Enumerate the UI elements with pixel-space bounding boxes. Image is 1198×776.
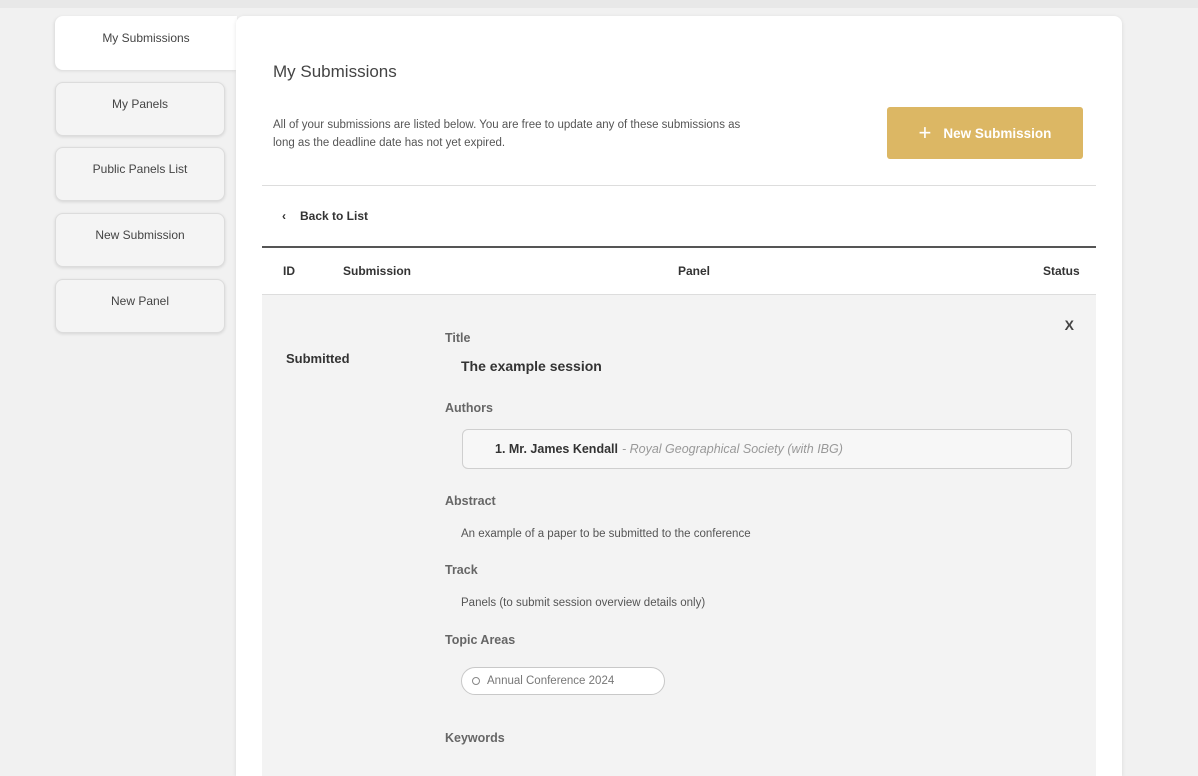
sidebar-item-label: My Submissions — [102, 31, 190, 45]
column-header-panel[interactable]: Panel — [678, 264, 710, 278]
sidebar-item-public-panels-list[interactable]: Public Panels List — [55, 147, 225, 201]
column-header-submission[interactable]: Submission — [343, 264, 411, 278]
sidebar-item-label: New Submission — [95, 228, 185, 242]
track-value: Panels (to submit session overview detai… — [461, 597, 706, 609]
sidebar-item-new-submission[interactable]: New Submission — [55, 213, 225, 267]
author-affiliation: - Royal Geographical Society (with IBG) — [621, 442, 843, 456]
top-strip — [0, 0, 1198, 8]
abstract-value: An example of a paper to be submitted to… — [461, 528, 751, 540]
author-name: 1. Mr. James Kendall — [495, 442, 618, 456]
main-card: My Submissions All of your submissions a… — [236, 16, 1122, 776]
abstract-label: Abstract — [445, 494, 496, 508]
title-label: Title — [445, 331, 471, 345]
divider — [262, 185, 1096, 186]
table-header-top-border — [262, 246, 1096, 248]
sidebar-item-label: New Panel — [110, 294, 170, 308]
plus-icon: + — [918, 120, 932, 145]
author-entry: 1. Mr. James Kendall - Royal Geographica… — [462, 429, 1072, 469]
topic-areas-label: Topic Areas — [445, 633, 516, 647]
track-label: Track — [445, 563, 478, 577]
intro-text: All of your submissions are listed below… — [273, 119, 741, 149]
title-value: The example session — [461, 358, 602, 374]
sidebar-item-label: My Panels — [111, 97, 169, 111]
keywords-label: Keywords — [445, 731, 505, 745]
submission-status: Submitted — [286, 351, 350, 366]
sidebar-item-new-panel[interactable]: New Panel — [55, 279, 225, 333]
new-submission-button-label: New Submission — [943, 125, 1052, 141]
topic-area-text: Annual Conference 2024 — [487, 675, 615, 687]
page-title: My Submissions — [273, 62, 397, 81]
sidebar-item-label: Public Panels List — [92, 162, 188, 176]
submission-detail-panel: X Submitted Title The example session Au… — [262, 295, 1096, 776]
authors-label: Authors — [445, 401, 493, 415]
back-to-list-link[interactable]: ‹ Back to List — [282, 209, 368, 223]
column-header-id[interactable]: ID — [283, 264, 295, 278]
sidebar-item-my-panels[interactable]: My Panels — [55, 82, 225, 136]
close-detail-button[interactable]: X — [1065, 317, 1074, 333]
circle-icon — [472, 677, 480, 685]
new-submission-button[interactable]: + New Submission — [887, 107, 1083, 159]
back-to-list-label: Back to List — [300, 209, 369, 223]
topic-area-tag: Annual Conference 2024 — [461, 667, 665, 695]
sidebar-item-my-submissions[interactable]: My Submissions — [55, 16, 237, 70]
chevron-left-icon: ‹ — [282, 209, 286, 223]
column-header-status[interactable]: Status — [1043, 264, 1080, 278]
